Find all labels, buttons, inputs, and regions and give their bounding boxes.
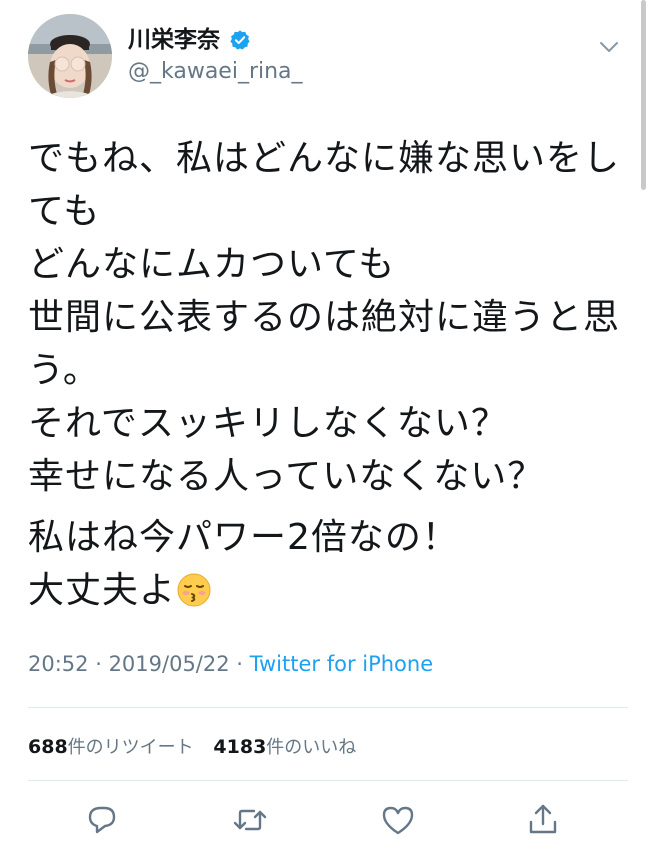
tweet-text-line: どんなにムカついても xyxy=(28,244,396,285)
likes-count: 4183 xyxy=(213,736,267,758)
display-name[interactable]: 川栄李奈 xyxy=(128,26,220,54)
verified-badge-icon xyxy=(229,29,251,51)
tweet-text-line: 私はね今パワー2倍なの！ xyxy=(28,517,459,558)
tweet-stats: 688件のリツイート 4183件のいいね xyxy=(28,733,370,759)
retweets-count: 688 xyxy=(28,736,68,758)
likes-label: 件のいいね xyxy=(266,737,357,758)
tweet-text-line: う。 xyxy=(28,350,100,391)
tweet-source-link[interactable]: Twitter for iPhone xyxy=(250,652,434,676)
tweet-text-line: それでスッキリしなくない？ xyxy=(28,403,508,444)
tweet-text-line-text: 大丈夫よ xyxy=(28,570,177,611)
tweet-text-line-last: 大丈夫よ xyxy=(28,564,628,617)
retweets-stat[interactable]: 688件のリツイート xyxy=(28,736,194,758)
kissing-face-emoji-icon xyxy=(176,570,212,607)
tweet-detail: 川栄李奈 @_kawaei_rina_ でもね、私はどんなに嫌な思いをし ても … xyxy=(0,0,650,860)
avatar[interactable] xyxy=(28,14,112,98)
tweet-text-line: ても xyxy=(28,191,101,232)
share-icon[interactable] xyxy=(523,800,563,840)
tweet-date: 2019/05/22 xyxy=(108,652,230,676)
retweet-icon[interactable] xyxy=(230,800,270,840)
tweet-header: 川栄李奈 @_kawaei_rina_ xyxy=(28,14,628,104)
divider xyxy=(28,780,628,781)
tweet-text-line: でもね、私はどんなに嫌な思いをし xyxy=(28,138,621,179)
meta-separator: · xyxy=(88,652,109,676)
chevron-down-icon[interactable] xyxy=(596,34,622,60)
like-icon[interactable] xyxy=(378,800,418,840)
action-bar xyxy=(0,800,650,844)
tweet-time: 20:52 xyxy=(28,652,89,676)
divider xyxy=(28,707,628,708)
retweets-label: 件のリツイート xyxy=(67,737,194,758)
likes-stat[interactable]: 4183件のいいね xyxy=(213,736,357,758)
tweet-text-line: 幸せになる人っていなくない？ xyxy=(28,456,545,497)
reply-icon[interactable] xyxy=(82,800,122,840)
scrollbar[interactable] xyxy=(641,0,646,190)
meta-separator: · xyxy=(229,652,250,676)
tweet-text: でもね、私はどんなに嫌な思いをし ても どんなにムカついても 世間に公表するのは… xyxy=(28,132,628,617)
tweet-text-line: 世間に公表するのは絶対に違うと思 xyxy=(28,297,621,338)
author-handle[interactable]: @_kawaei_rina_ xyxy=(128,58,303,86)
tweet-meta: 20:52 · 2019/05/22 · Twitter for iPhone xyxy=(28,652,433,676)
author-block: 川栄李奈 @_kawaei_rina_ xyxy=(128,26,303,86)
